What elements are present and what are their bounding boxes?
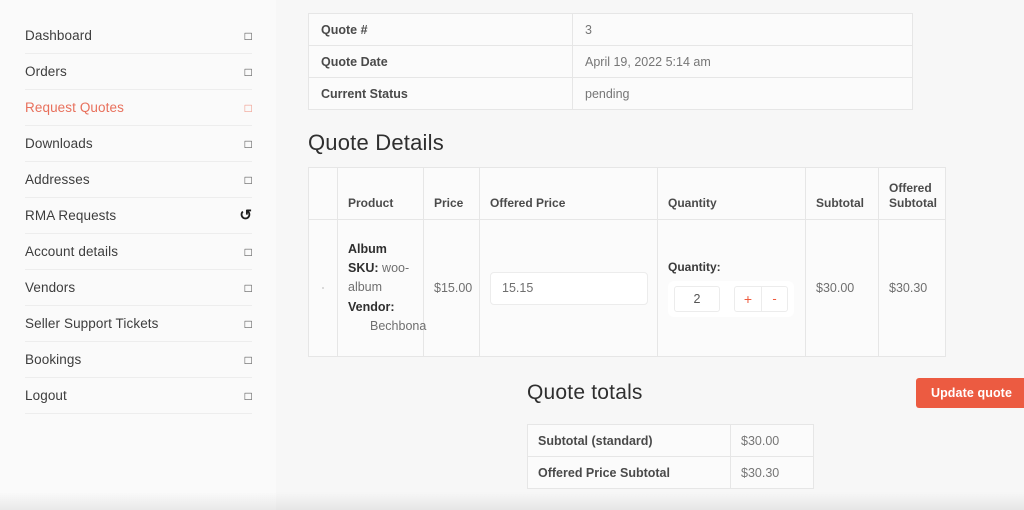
quote-totals-row-key: Offered Price Subtotal xyxy=(528,457,731,489)
sidebar-item-addresses[interactable]: Addresses □ xyxy=(25,162,252,198)
sidebar-item-request-quotes[interactable]: Request Quotes □ xyxy=(25,90,252,126)
product-thumbnail-cell xyxy=(309,220,338,357)
sidebar-item-label: Downloads xyxy=(25,137,93,151)
vendor-label: Vendor: xyxy=(348,300,395,314)
quote-info-row-key: Current Status xyxy=(309,78,573,110)
sidebar-item-label: Bookings xyxy=(25,353,81,367)
quantity-stepper: + - xyxy=(668,281,794,317)
sidebar-item-seller-support-tickets[interactable]: Seller Support Tickets □ xyxy=(25,306,252,342)
sidebar-item-label: Addresses xyxy=(25,173,90,187)
offered-price-cell xyxy=(480,220,658,357)
quote-totals-row-key: Subtotal (standard) xyxy=(528,425,731,457)
quote-totals-row: Subtotal (standard)$30.00 xyxy=(528,425,814,457)
price-cell: $15.00 xyxy=(424,220,480,357)
main-content: Quote #3Quote DateApril 19, 2022 5:14 am… xyxy=(308,0,1024,510)
sku-label: SKU: xyxy=(348,261,379,275)
quote-info-row: Quote #3 xyxy=(309,14,913,46)
square-placeholder-icon: □ xyxy=(245,282,252,294)
sidebar-item-dashboard[interactable]: Dashboard □ xyxy=(25,18,252,54)
square-placeholder-icon: □ xyxy=(245,138,252,150)
quote-info-row-value: 3 xyxy=(573,14,913,46)
update-quote-button[interactable]: Update quote xyxy=(916,378,1024,408)
quantity-cell: Quantity: + - xyxy=(658,220,806,357)
column-header-offered-price: Offered Price xyxy=(480,168,658,220)
quantity-decrement-button[interactable]: - xyxy=(761,286,788,312)
quote-totals-heading: Quote totals xyxy=(527,381,643,405)
sidebar-item-label: Dashboard xyxy=(25,29,92,43)
offered-subtotal-cell: $30.30 xyxy=(879,220,946,357)
square-placeholder-icon: □ xyxy=(245,390,252,402)
quote-info-row: Quote DateApril 19, 2022 5:14 am xyxy=(309,46,913,78)
sidebar-item-bookings[interactable]: Bookings □ xyxy=(25,342,252,378)
quote-totals-table: Subtotal (standard)$30.00Offered Price S… xyxy=(527,424,814,489)
quote-totals-row-value: $30.30 xyxy=(731,457,814,489)
quote-details-table: Product Price Offered Price Quantity Sub… xyxy=(308,167,946,357)
quote-info-row-value: pending xyxy=(573,78,913,110)
quantity-label: Quantity: xyxy=(668,260,795,274)
undo-arrow-icon: ↺ xyxy=(239,208,252,223)
quote-totals-section: Quote totals Update quote Subtotal (stan… xyxy=(527,378,1024,489)
column-header-price: Price xyxy=(424,168,480,220)
account-sidebar: Dashboard□Orders□Request Quotes□Download… xyxy=(0,0,276,510)
quote-totals-row: Offered Price Subtotal$30.30 xyxy=(528,457,814,489)
quantity-input[interactable] xyxy=(674,286,720,312)
subtotal-cell: $30.00 xyxy=(806,220,879,357)
table-row: Album SKU: woo-album Vendor: Bechbona $15… xyxy=(309,220,946,357)
table-header-row: Product Price Offered Price Quantity Sub… xyxy=(309,168,946,220)
square-placeholder-icon: □ xyxy=(245,246,252,258)
column-header-quantity: Quantity xyxy=(658,168,806,220)
quantity-increment-button[interactable]: + xyxy=(734,286,761,312)
column-header-subtotal: Subtotal xyxy=(806,168,879,220)
sidebar-item-orders[interactable]: Orders □ xyxy=(25,54,252,90)
sidebar-item-label: Account details xyxy=(25,245,118,259)
product-cell: Album SKU: woo-album Vendor: Bechbona xyxy=(338,220,424,357)
quote-info-row-key: Quote Date xyxy=(309,46,573,78)
product-vendor: Vendor: Bechbona xyxy=(348,300,413,337)
quote-info-row: Current Statuspending xyxy=(309,78,913,110)
square-placeholder-icon: □ xyxy=(245,354,252,366)
offered-price-input[interactable] xyxy=(490,272,648,305)
quote-totals-header: Quote totals Update quote xyxy=(527,378,1024,408)
sidebar-item-label: Request Quotes xyxy=(25,101,124,115)
quote-info-table: Quote #3Quote DateApril 19, 2022 5:14 am… xyxy=(308,13,913,110)
square-placeholder-icon: □ xyxy=(245,30,252,42)
sidebar-item-downloads[interactable]: Downloads □ xyxy=(25,126,252,162)
quote-details-heading: Quote Details xyxy=(308,130,1024,156)
quote-totals-row-value: $30.00 xyxy=(731,425,814,457)
sidebar-item-label: Seller Support Tickets xyxy=(25,317,159,331)
square-placeholder-icon: □ xyxy=(245,66,252,78)
vendor-value: Bechbona xyxy=(348,317,413,336)
sidebar-item-label: RMA Requests xyxy=(25,209,116,223)
square-placeholder-icon: □ xyxy=(245,102,252,114)
square-placeholder-icon: □ xyxy=(245,174,252,186)
sidebar-item-label: Logout xyxy=(25,389,67,403)
sidebar-item-label: Vendors xyxy=(25,281,75,295)
quote-info-row-key: Quote # xyxy=(309,14,573,46)
sidebar-nav-list: Dashboard□Orders□Request Quotes□Download… xyxy=(25,18,252,414)
quote-info-row-value: April 19, 2022 5:14 am xyxy=(573,46,913,78)
product-name: Album xyxy=(348,240,413,259)
sidebar-item-account-details[interactable]: Account details □ xyxy=(25,234,252,270)
sidebar-item-label: Orders xyxy=(25,65,67,79)
broken-image-icon xyxy=(322,287,324,289)
column-header-offered-subtotal: Offered Subtotal xyxy=(879,168,946,220)
column-header-thumbnail xyxy=(309,168,338,220)
sidebar-item-rma-requests[interactable]: RMA Requests ↺ xyxy=(25,198,252,234)
column-header-product: Product xyxy=(338,168,424,220)
product-sku: SKU: woo-album xyxy=(348,261,409,294)
sidebar-item-vendors[interactable]: Vendors □ xyxy=(25,270,252,306)
square-placeholder-icon: □ xyxy=(245,318,252,330)
quantity-buttons: + - xyxy=(734,286,788,312)
sidebar-item-logout[interactable]: Logout □ xyxy=(25,378,252,414)
